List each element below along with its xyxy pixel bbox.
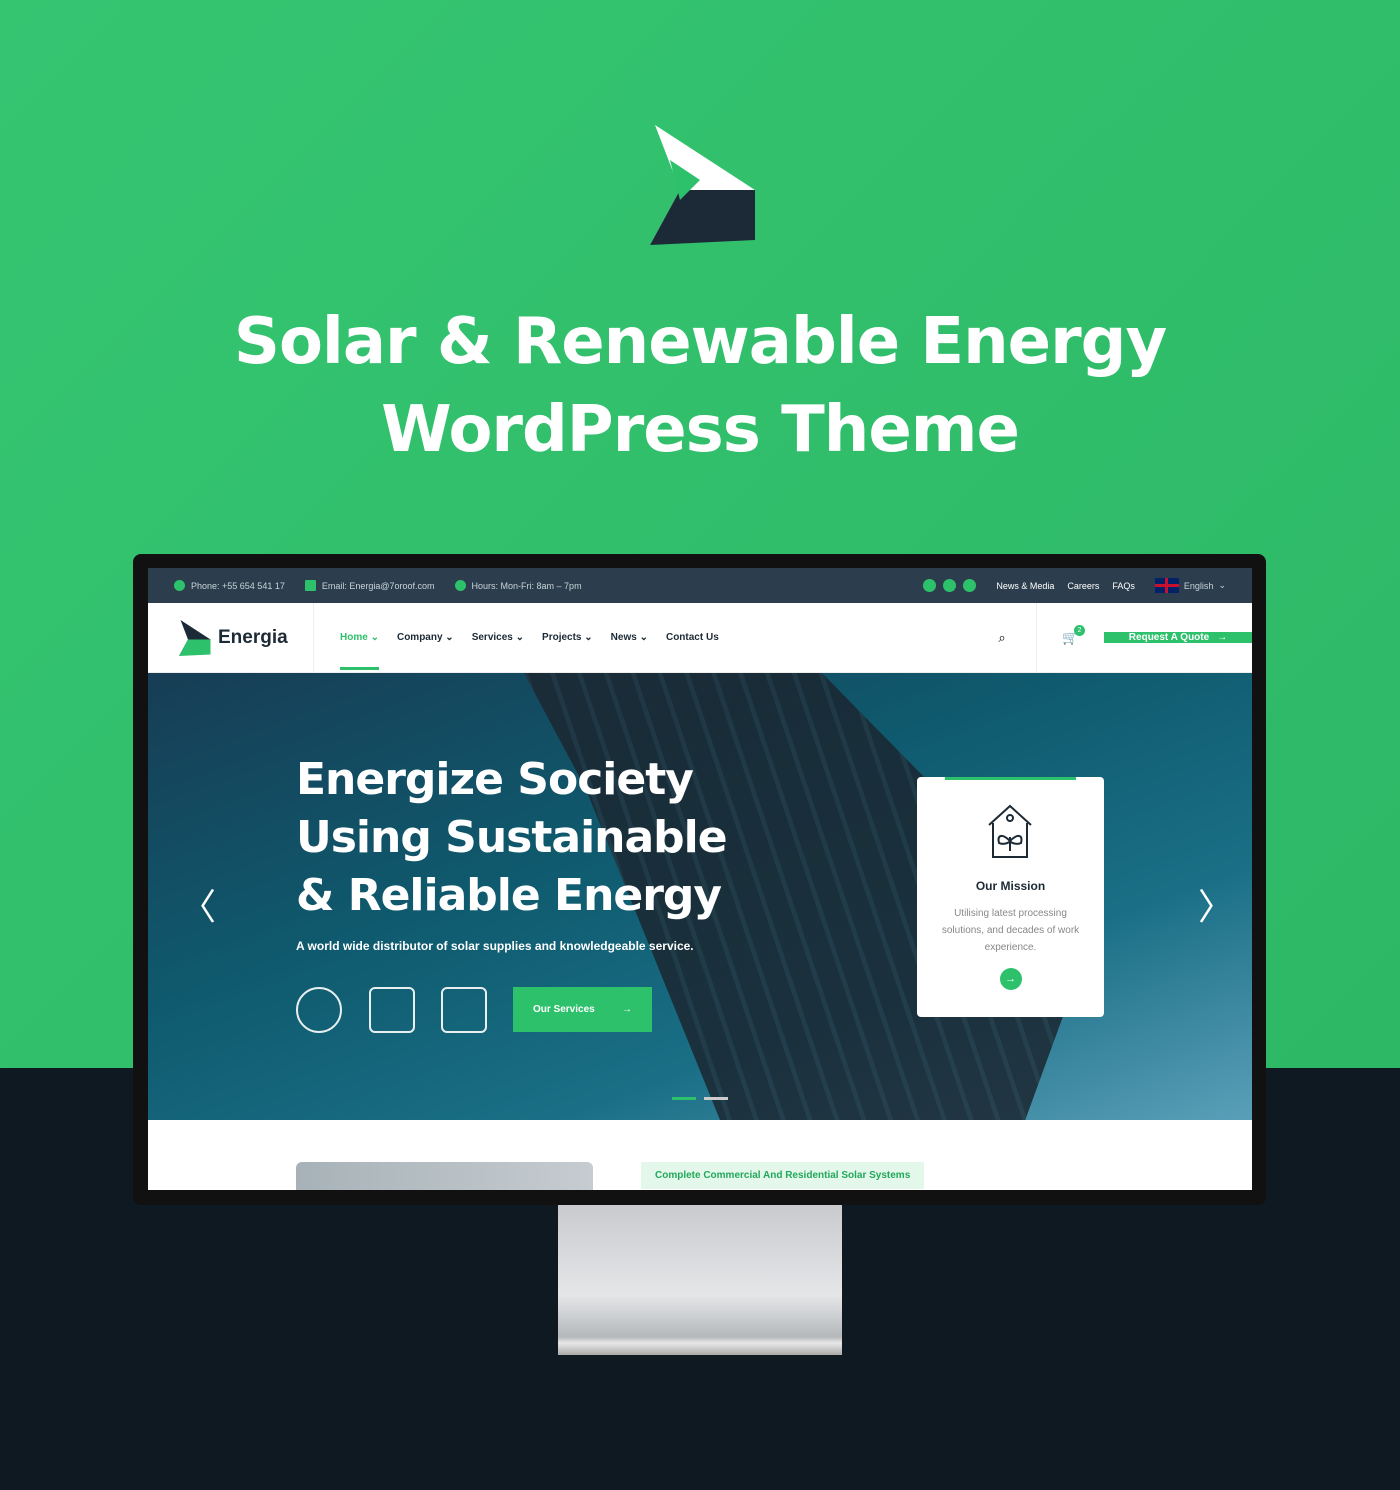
section-image	[296, 1162, 593, 1190]
factory-icon	[369, 987, 415, 1033]
nav-news[interactable]: News ⌄	[611, 632, 648, 643]
energia-logo-icon	[650, 125, 755, 245]
slide-dot-1[interactable]	[672, 1097, 696, 1100]
prev-slide-arrow-icon[interactable]: 〈	[180, 878, 216, 930]
hero-slider: 〈 〉 Energize Society Using Sustainable & R…	[148, 673, 1252, 1120]
nav-projects[interactable]: Projects ⌄	[542, 632, 593, 643]
next-slide-arrow-icon[interactable]: 〉	[1198, 878, 1234, 930]
hours-text: Hours: Mon-Fri: 8am – 7pm	[471, 580, 582, 591]
top-bar: Phone: +55 654 541 17 Email: Energia@7or…	[148, 568, 1252, 603]
phone-icon	[174, 580, 185, 591]
clock-icon	[454, 580, 466, 591]
slide-dot-2[interactable]	[704, 1097, 728, 1100]
arrow-right-icon: →	[1217, 632, 1228, 643]
facebook-icon[interactable]	[923, 579, 937, 592]
nav-company[interactable]: Company ⌄	[397, 632, 454, 643]
main-nav: Energia Home ⌄ Company ⌄ Services ⌄ Proj…	[148, 602, 1252, 673]
phone-text: Phone: +55 654 541 17	[191, 580, 285, 591]
uk-flag-icon	[1154, 578, 1179, 593]
headline-line-1: Solar & Renewable Energy	[233, 305, 1167, 379]
website-screen: Phone: +55 654 541 17 Email: Energia@7or…	[148, 568, 1252, 1190]
news-media-link[interactable]: News & Media	[996, 581, 1054, 591]
card-title: Our Mission	[975, 879, 1046, 893]
logo-icon	[179, 619, 211, 656]
nav-services[interactable]: Services ⌄	[472, 632, 524, 643]
language-select[interactable]: English ⌄	[1154, 578, 1226, 593]
monitor-stand	[558, 1205, 842, 1355]
card-arrow-button[interactable]: →	[999, 968, 1022, 990]
request-quote-button[interactable]: Request A Quote →	[1104, 632, 1252, 643]
careers-link[interactable]: Careers	[1067, 581, 1099, 591]
language-label: English	[1183, 580, 1214, 591]
section-tag: Complete Commercial And Residential Sola…	[641, 1162, 925, 1189]
headline-line-2: WordPress Theme	[381, 393, 1020, 467]
nav-contact[interactable]: Contact Us	[666, 632, 719, 643]
headline: Solar & Renewable Energy WordPress Theme	[0, 298, 1400, 474]
nav-home[interactable]: Home ⌄	[340, 632, 379, 670]
house-plant-icon	[988, 804, 1032, 858]
gear-leaf-icon	[296, 987, 342, 1033]
brand-name: Energia	[218, 626, 288, 648]
our-services-button[interactable]: Our Services →	[513, 987, 652, 1032]
hero-subtitle: A world wide distributor of solar suppli…	[296, 939, 694, 953]
cart-icon[interactable]: 🛒 2	[1036, 602, 1104, 673]
search-icon[interactable]: ⌕	[968, 603, 1036, 673]
slider-dots	[672, 1097, 728, 1100]
brand-logo[interactable]: Energia	[148, 603, 314, 672]
energy-bags-icon	[441, 987, 487, 1033]
card-text: Utilising latest processing solutions, a…	[941, 908, 1080, 953]
faqs-link[interactable]: FAQs	[1112, 581, 1135, 591]
twitter-icon[interactable]	[943, 579, 957, 592]
mission-card: Our Mission Utilising latest processing …	[917, 777, 1104, 1017]
email-icon	[304, 580, 316, 591]
email-link[interactable]: Email: Energia@7oroof.com	[322, 581, 435, 591]
cart-badge: 2	[1074, 624, 1085, 636]
hero-title: Energize Society Using Sustainable & Relia…	[296, 754, 728, 921]
youtube-icon[interactable]	[963, 579, 977, 592]
